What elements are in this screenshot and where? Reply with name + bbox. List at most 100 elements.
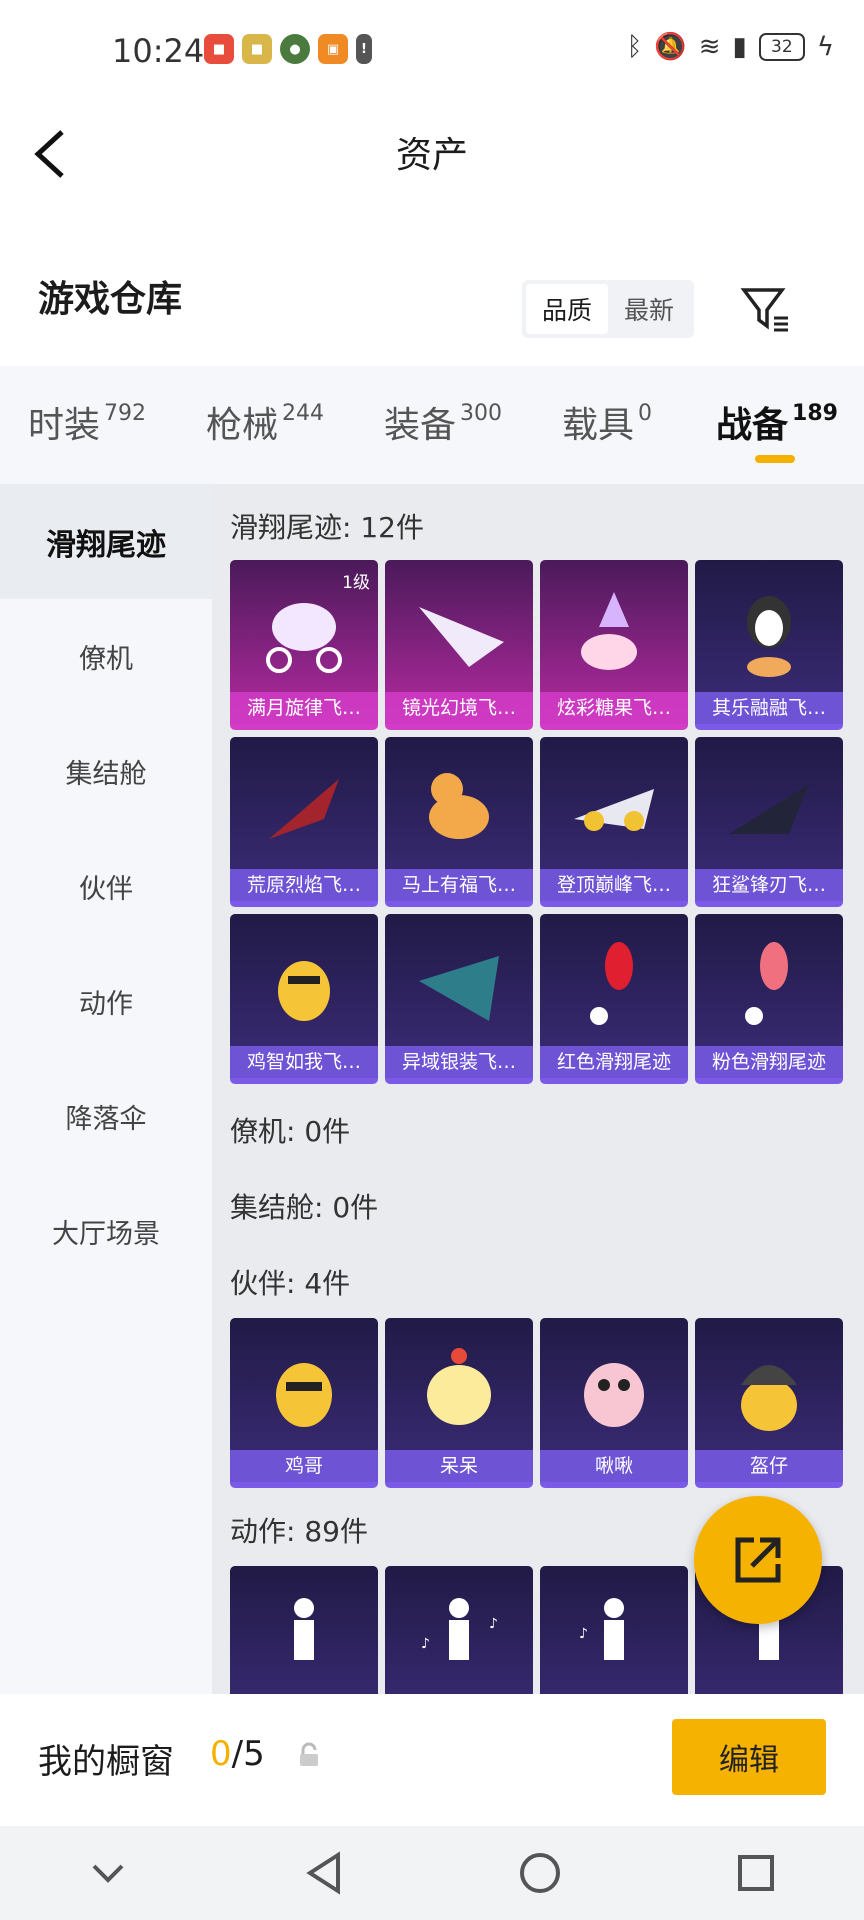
status-time: 10:24 xyxy=(112,32,205,70)
item-card[interactable]: 异域银装飞… xyxy=(385,914,533,1084)
item-name: 粉色滑翔尾迹 xyxy=(695,1046,843,1078)
category-tabs: 时装 792 枪械 244 装备 300 载具 0 战备 189 xyxy=(0,366,864,486)
sort-toggle: 品质 最新 xyxy=(522,280,694,338)
tab-vehicles[interactable]: 载具 0 xyxy=(562,396,652,448)
item-card[interactable]: 镜光幻境飞… xyxy=(385,560,533,730)
nav-back-icon[interactable] xyxy=(294,1843,354,1903)
section-title-glide-trail: 滑翔尾迹: 12件 xyxy=(230,511,424,544)
sidebar-item-partner[interactable]: 伙伴 xyxy=(0,829,212,944)
section-title-emote: 动作: 89件 xyxy=(230,1515,368,1548)
partner-card[interactable]: 鸡哥 xyxy=(230,1318,378,1488)
sidebar-item-glide-trail[interactable]: 滑翔尾迹 xyxy=(0,484,212,599)
partner-card[interactable]: 盔仔 xyxy=(695,1318,843,1488)
emote-card[interactable] xyxy=(230,1566,378,1694)
nav-recents-icon[interactable] xyxy=(726,1843,786,1903)
app-notification-icon: ■ xyxy=(242,34,272,64)
share-button[interactable] xyxy=(694,1496,822,1624)
tab-fashion[interactable]: 时装 792 xyxy=(28,396,146,448)
svg-text:♪: ♪ xyxy=(421,1636,430,1652)
bluetooth-icon: ᛒ xyxy=(626,32,643,62)
page-title: 资产 xyxy=(395,135,468,176)
silver-wing-image xyxy=(419,956,499,1021)
dancer-image xyxy=(294,1598,314,1660)
app-notification-icon: ▣ xyxy=(318,34,348,64)
sidebar-item-lobby-scene[interactable]: 大厅场景 xyxy=(0,1174,212,1289)
item-name: 鸡智如我飞… xyxy=(230,1046,378,1078)
glide-trail-grid: 1级 满月旋律飞… 镜光幻境飞… 炫彩糖果飞… 其乐融融飞… 荒原烈焰飞… 马上有… xyxy=(230,560,843,1084)
nav-down-icon[interactable] xyxy=(78,1843,138,1903)
edit-button[interactable]: 编辑 xyxy=(672,1719,826,1795)
item-card[interactable]: 鸡智如我飞… xyxy=(230,914,378,1084)
partner-card[interactable]: 啾啾 xyxy=(540,1318,688,1488)
dancer-image: ♪♪ xyxy=(421,1598,498,1660)
item-card[interactable]: 荒原烈焰飞… xyxy=(230,737,378,907)
item-name: 满月旋律飞… xyxy=(230,692,378,724)
item-name: 异域银装飞… xyxy=(385,1046,533,1078)
nav-home-icon[interactable] xyxy=(510,1843,570,1903)
item-card[interactable]: 粉色滑翔尾迹 xyxy=(695,914,843,1084)
system-nav-bar xyxy=(0,1826,864,1920)
bird-image xyxy=(584,1363,644,1427)
item-card[interactable]: 登顶巅峰飞… xyxy=(540,737,688,907)
system-status-icons: ᛒ 🔕 ≋ ▮ 32 ϟ xyxy=(627,32,834,62)
shark-image xyxy=(729,784,809,834)
partner-grid: 鸡哥 呆呆 啾啾 盔仔 xyxy=(230,1318,843,1488)
item-name: 登顶巅峰飞… xyxy=(540,869,688,901)
tab-equipment[interactable]: 装备 300 xyxy=(384,396,502,448)
tab-count: 300 xyxy=(460,401,503,426)
tab-label: 枪械 xyxy=(206,405,279,446)
sidebar-item-parachute[interactable]: 降落伞 xyxy=(0,1059,212,1174)
item-card[interactable]: 红色滑翔尾迹 xyxy=(540,914,688,1084)
item-card[interactable]: 马上有福飞… xyxy=(385,737,533,907)
filter-icon[interactable] xyxy=(740,284,790,334)
penguin-image xyxy=(747,596,791,677)
emote-card[interactable]: ♪ xyxy=(540,1566,688,1694)
tab-battle-gear[interactable]: 战备 189 xyxy=(716,396,838,448)
section-title-pod: 集结舱: 0件 xyxy=(230,1191,379,1224)
item-name: 马上有福飞… xyxy=(385,869,533,901)
share-icon xyxy=(735,1537,781,1583)
tab-count: 244 xyxy=(282,401,325,426)
item-card[interactable]: 其乐融融飞… xyxy=(695,560,843,730)
tab-count: 189 xyxy=(792,401,838,426)
tab-count: 0 xyxy=(638,401,653,426)
partner-name: 盔仔 xyxy=(695,1450,843,1482)
flame-wing-image xyxy=(269,779,339,839)
alert-icon: ▮ xyxy=(732,32,747,62)
tab-guns[interactable]: 枪械 244 xyxy=(206,396,324,448)
item-card[interactable]: 狂鲨锋刃飞… xyxy=(695,737,843,907)
item-name: 炫彩糖果飞… xyxy=(540,692,688,724)
lock-icon xyxy=(300,1742,318,1766)
warehouse-title: 游戏仓库 xyxy=(38,279,183,320)
status-bar: 10:24 ■ ■ ● ▣ ! ᛒ 🔕 ≋ ▮ 32 ϟ xyxy=(0,0,864,104)
showcase-bar: 我的橱窗 0/5 编辑 xyxy=(0,1694,864,1826)
emote-card[interactable]: ♪ ♪ xyxy=(385,1566,533,1694)
tab-count: 792 xyxy=(104,401,147,426)
sort-newest-button[interactable]: 最新 xyxy=(608,284,690,334)
dancer-image: ♪ xyxy=(579,1598,624,1660)
active-tab-indicator xyxy=(755,455,795,463)
item-card[interactable]: 炫彩糖果飞… xyxy=(540,560,688,730)
showcase-label: 我的橱窗 xyxy=(38,1742,174,1782)
jet-image xyxy=(574,789,654,831)
showcase-count: 0/5 xyxy=(210,1734,265,1774)
sidebar-item-wingman[interactable]: 僚机 xyxy=(0,599,212,714)
sidebar-item-pod[interactable]: 集结舱 xyxy=(0,714,212,829)
partner-name: 呆呆 xyxy=(385,1450,533,1482)
mute-icon: 🔕 xyxy=(654,32,687,62)
item-card[interactable]: 1级 满月旋律飞… xyxy=(230,560,378,730)
chick-image xyxy=(427,1348,491,1425)
subcategory-sidebar: 滑翔尾迹 僚机 集结舱 伙伴 动作 降落伞 大厅场景 xyxy=(0,484,212,1694)
item-name: 其乐融融飞… xyxy=(695,692,843,724)
sort-quality-button[interactable]: 品质 xyxy=(526,284,608,334)
page-header: 资产 xyxy=(0,104,864,204)
candy-image xyxy=(581,592,637,670)
charging-icon: ϟ xyxy=(816,32,834,62)
svg-text:♪: ♪ xyxy=(579,1626,588,1642)
sidebar-item-emote[interactable]: 动作 xyxy=(0,944,212,1059)
alert-icon: ! xyxy=(356,34,372,64)
partner-card[interactable]: 呆呆 xyxy=(385,1318,533,1488)
helmet-chick-image xyxy=(741,1365,797,1431)
tab-label: 战备 xyxy=(716,405,789,446)
item-name: 红色滑翔尾迹 xyxy=(540,1046,688,1078)
